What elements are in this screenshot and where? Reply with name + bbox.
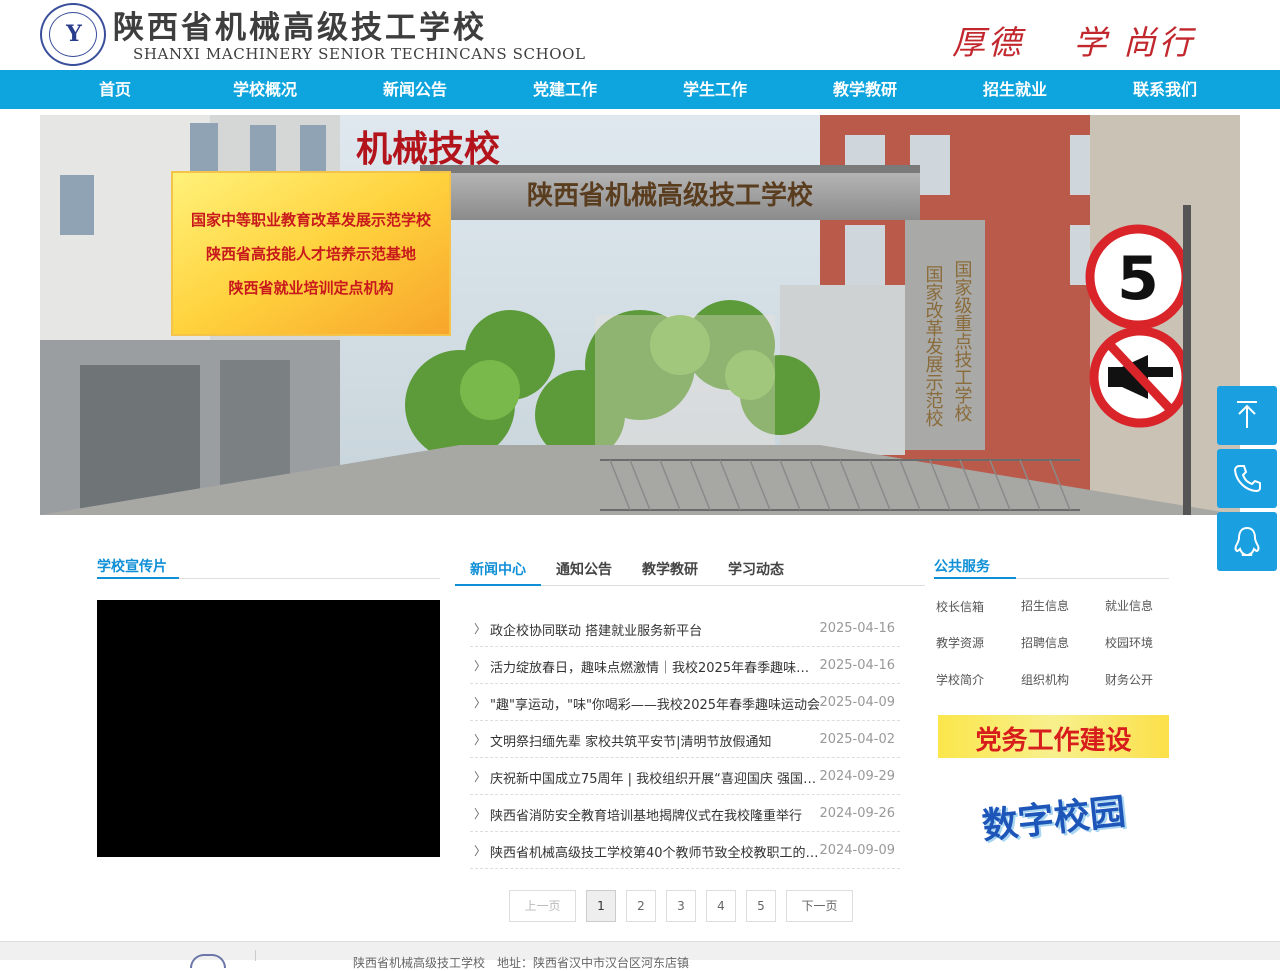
honor-line-3: 陕西省就业培训定点机构 [228,279,393,297]
service-link-principal-mailbox[interactable]: 校长信箱 [936,598,984,615]
nav-item-students[interactable]: 学生工作 [655,70,775,109]
tab-notices[interactable]: 通知公告 [556,559,612,579]
honor-line-1: 国家中等职业教育改革发展示范学校 [191,211,432,229]
gate-sign-text: 陕西省机械高级技工学校 [527,180,814,211]
site-footer: 陕西省机械高级技工学校 地址：陕西省汉中市汉台区河东店镇 [0,941,1280,970]
back-to-top-icon [1237,401,1257,428]
nav-item-home[interactable]: 首页 [55,70,175,109]
school-name-cn: 陕西省机械高级技工学校 [113,10,487,46]
news-item[interactable]: 〉 陕西省消防安全教育培训基地揭牌仪式在我校隆重举行 2024-09-26 [470,795,900,832]
digital-campus-banner[interactable]: 数字校园 [938,780,1169,860]
chevron-right-icon: 〉 [474,844,487,858]
service-link-finance[interactable]: 财务公开 [1105,671,1153,688]
site-header: Y 陕西省机械高级技工学校 SHANXI MACHINERY SENIOR TE… [0,0,1280,70]
services-title-underline [934,577,1016,579]
tab-news-center[interactable]: 新闻中心 [470,559,526,579]
chevron-right-icon: 〉 [474,659,487,673]
pager-next-button[interactable]: 下一页 [786,890,853,922]
chevron-right-icon: 〉 [474,696,487,710]
service-link-recruitment[interactable]: 招聘信息 [1021,634,1069,651]
pager-page-3[interactable]: 3 [666,890,696,922]
hero-banner[interactable]: 陕西省机械高级技工学校 国家改革发展示范校 国家级重点技工学校 机械技校 国家中… [40,115,1240,515]
nav-item-contact[interactable]: 联系我们 [1105,70,1225,109]
news-item[interactable]: 〉 "趣"享运动，"味"你喝彩——我校2025年春季趣味运动会 2025-04-… [470,684,900,721]
pager-prev-button[interactable]: 上一页 [509,890,576,922]
news-item-title[interactable]: 政企校协同联动 搭建就业服务新平台 [490,620,820,639]
news-item-date: 2025-04-16 [819,658,895,673]
honor-line-2: 陕西省高技能人才培养示范基地 [206,245,416,263]
chevron-right-icon: 〉 [474,622,487,636]
service-link-school-intro[interactable]: 学校简介 [936,671,984,688]
chevron-right-icon: 〉 [474,807,487,821]
pager-page-5[interactable]: 5 [746,890,776,922]
news-item-title[interactable]: 陕西省机械高级技工学校第40个教师节致全校教职工的慰问信 [490,842,820,861]
nav-item-party[interactable]: 党建工作 [505,70,625,109]
news-item[interactable]: 〉 活力绽放春日，趣味点燃激情｜我校2025年春季趣味运动会 2025-04-1… [470,647,900,684]
news-item-date: 2024-09-29 [819,769,895,784]
back-to-top-button[interactable] [1217,386,1277,445]
phone-icon [1233,465,1261,493]
services-section-title: 公共服务 [934,559,990,575]
promo-video-player[interactable] [97,600,440,857]
service-link-organization[interactable]: 组织机构 [1021,671,1069,688]
nav-item-admission[interactable]: 招生就业 [955,70,1075,109]
pager-page-2[interactable]: 2 [626,890,656,922]
tab-study[interactable]: 学习动态 [728,559,784,579]
logo-inner-ring: Y [49,12,97,57]
news-tab-underline [455,584,541,586]
service-link-employment-info[interactable]: 就业信息 [1105,597,1153,614]
nav-item-news[interactable]: 新闻公告 [355,70,475,109]
pillar-text-left: 国家改革发展示范校 [923,265,944,427]
nav-item-about[interactable]: 学校概况 [205,70,325,109]
pager-page-4[interactable]: 4 [706,890,736,922]
logo-mark: Y [66,21,82,47]
banner-photo: 陕西省机械高级技工学校 国家改革发展示范校 国家级重点技工学校 机械技校 国家中… [40,115,1240,515]
school-motto: 厚德 学 尚行 [952,23,1195,62]
footer-logo [190,954,226,968]
news-item-title[interactable]: 文明祭扫缅先辈 家校共筑平安节|清明节放假通知 [490,731,820,750]
school-name-en: SHANXI MACHINERY SENIOR TECHINCANS SCHOO… [133,45,586,63]
news-item-date: 2025-04-02 [819,732,895,747]
service-link-admission-info[interactable]: 招生信息 [1021,597,1069,614]
news-item[interactable]: 〉 庆祝新中国成立75周年 | 我校组织开展“喜迎国庆 强国有我” 2024-0… [470,758,900,795]
speed-limit-value: 5 [1117,244,1159,314]
gate-title-text: 机械技校 [356,128,500,170]
tab-teaching[interactable]: 教学教研 [642,559,698,579]
service-link-teaching-resources[interactable]: 教学资源 [936,634,984,651]
news-item[interactable]: 〉 文明祭扫缅先辈 家校共筑平安节|清明节放假通知 2025-04-02 [470,721,900,758]
news-item-title[interactable]: "趣"享运动，"味"你喝彩——我校2025年春季趣味运动会 [490,694,820,713]
news-item-date: 2025-04-16 [819,621,895,636]
video-title-underline [97,577,179,579]
news-item-date: 2024-09-09 [819,843,895,858]
pillar-text-right: 国家级重点技工学校 [952,260,973,422]
news-item[interactable]: 〉 陕西省机械高级技工学校第40个教师节致全校教职工的慰问信 2024-09-0… [470,832,900,869]
qq-icon [1234,526,1260,556]
footer-address-text: 陕西省机械高级技工学校 地址：陕西省汉中市汉台区河东店镇 [353,956,690,970]
news-item[interactable]: 〉 政企校协同联动 搭建就业服务新平台 2025-04-16 [470,610,900,647]
news-item-title[interactable]: 陕西省消防安全教育培训基地揭牌仪式在我校隆重举行 [490,805,820,824]
news-item-title[interactable]: 庆祝新中国成立75周年 | 我校组织开展“喜迎国庆 强国有我” [490,768,820,787]
service-link-campus[interactable]: 校园环境 [1105,634,1153,651]
qq-button[interactable] [1217,512,1277,571]
video-section-title: 学校宣传片 [97,559,167,575]
nav-item-teaching[interactable]: 教学教研 [805,70,925,109]
chevron-right-icon: 〉 [474,733,487,747]
digital-campus-banner-text: 数字校园 [979,790,1128,848]
party-work-banner-text: 党务工作建设 [975,726,1132,756]
news-item-date: 2024-09-26 [819,806,895,821]
chevron-right-icon: 〉 [474,770,487,784]
pager-page-1[interactable]: 1 [586,890,616,922]
news-item-date: 2025-04-09 [819,695,895,710]
news-item-title[interactable]: 活力绽放春日，趣味点燃激情｜我校2025年春季趣味运动会 [490,657,820,676]
main-nav: 首页 学校概况 新闻公告 党建工作 学生工作 教学教研 招生就业 联系我们 [0,70,1280,109]
phone-button[interactable] [1217,449,1277,508]
footer-divider [255,950,256,961]
party-work-banner[interactable]: 党务工作建设 [938,715,1169,758]
school-logo[interactable]: Y [40,3,106,66]
